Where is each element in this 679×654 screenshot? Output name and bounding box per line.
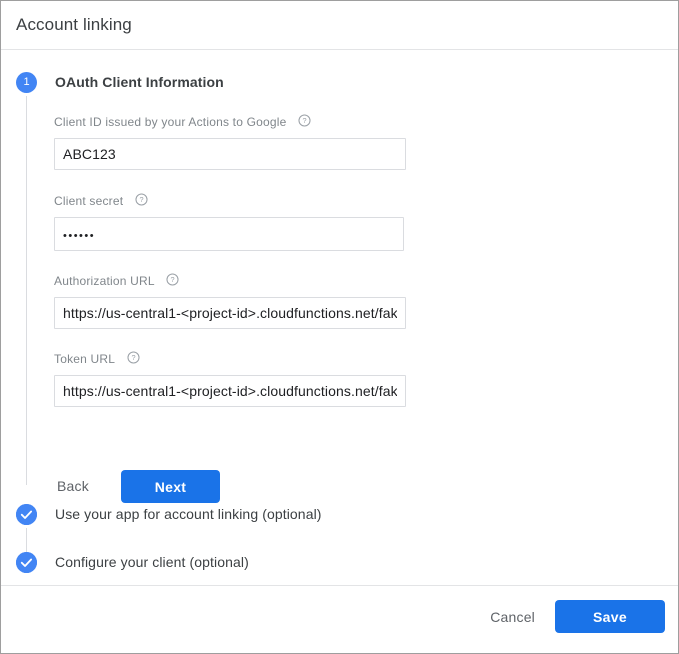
field-label: Client ID issued by your Actions to Goog… [54,114,287,129]
field-token-url: Token URL ? [54,350,434,407]
step-title: Configure your client (optional) [55,554,249,570]
field-authorization-url: Authorization URL ? [54,272,434,329]
help-circle-icon[interactable]: ? [298,114,311,127]
check-circle-icon [16,504,37,525]
field-label: Token URL [54,351,116,366]
step-configure-your-client[interactable]: Configure your client (optional) [1,541,678,585]
dialog-footer: Cancel Save [1,585,678,653]
oauth-form: Client ID issued by your Actions to Goog… [54,113,434,407]
field-client-id: Client ID issued by your Actions to Goog… [54,113,434,170]
help-circle-icon[interactable]: ? [135,193,148,206]
token-url-input[interactable] [54,375,406,407]
check-circle-icon [16,552,37,573]
save-button[interactable]: Save [555,600,665,633]
authorization-url-input[interactable] [54,297,406,329]
step-oauth-client-information: 1 OAuth Client Information Client ID iss… [1,50,678,503]
help-circle-icon[interactable]: ? [127,351,140,364]
stepper-body: 1 OAuth Client Information Client ID iss… [1,50,678,585]
svg-text:?: ? [139,195,143,204]
page-title: Account linking [16,15,132,34]
help-circle-icon[interactable]: ? [166,273,179,286]
field-label: Client secret [54,193,124,208]
svg-text:?: ? [302,116,306,125]
client-id-input[interactable] [54,138,406,170]
step-number-badge: 1 [16,72,37,93]
client-secret-input[interactable]: •••••• [54,217,404,251]
dialog-header: Account linking [1,1,678,50]
account-linking-dialog: Account linking 1 OAuth Client Informati… [0,0,679,654]
svg-text:?: ? [171,275,175,284]
field-client-secret: Client secret ? •••••• [54,192,434,251]
field-label: Authorization URL [54,273,155,288]
step-title: OAuth Client Information [55,74,224,90]
svg-text:?: ? [131,353,135,362]
step-use-your-app-for-account-linking[interactable]: Use your app for account linking (option… [1,493,678,541]
cancel-button[interactable]: Cancel [490,607,535,627]
step-title: Use your app for account linking (option… [55,506,322,522]
client-secret-masked-value: •••••• [63,230,96,242]
